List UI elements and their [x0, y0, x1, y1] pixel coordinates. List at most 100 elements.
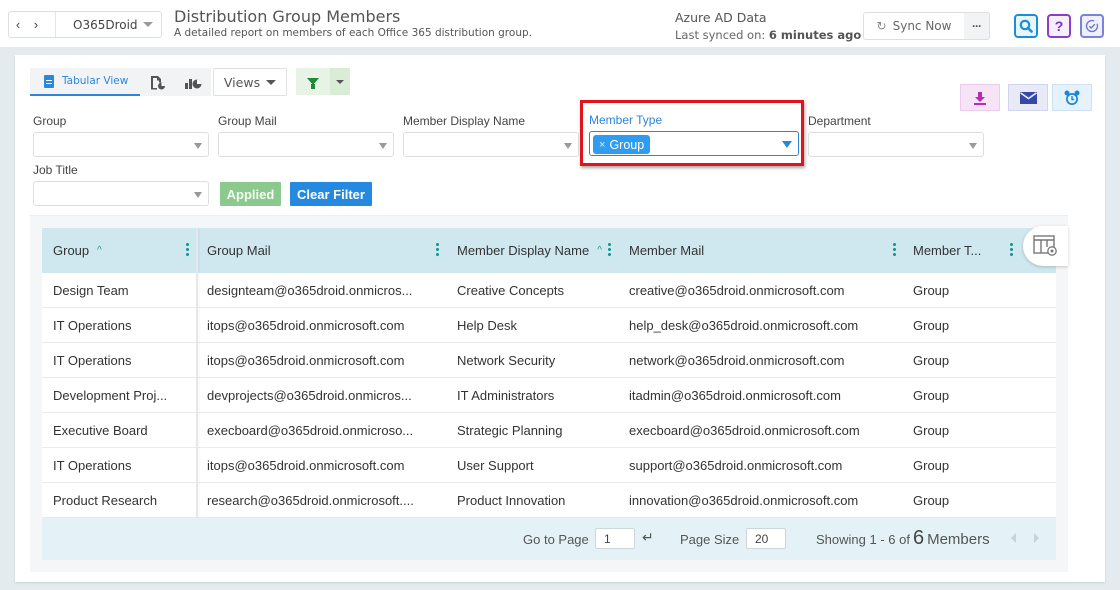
- applied-button[interactable]: Applied: [220, 182, 281, 206]
- table-row[interactable]: IT Operations itops@o365droid.onmicrosoft…: [42, 448, 1056, 483]
- column-header-member-mail[interactable]: Member Mail: [618, 228, 898, 273]
- table-row[interactable]: Product Research research@o365droid.onmic…: [42, 483, 1056, 518]
- tab-tabular-view[interactable]: Tabular View: [30, 68, 140, 96]
- table-cell: Product Innovation: [457, 493, 566, 508]
- table-cell: Network Security: [457, 353, 556, 368]
- top-header: ‹ › O365Droid Distribution Group Members…: [0, 0, 1120, 48]
- filter-label-group: Group: [33, 114, 67, 128]
- search-button[interactable]: [1014, 14, 1038, 38]
- table-row[interactable]: Design Team designteam@o365droid.onmicros…: [42, 273, 1056, 308]
- column-menu-icon[interactable]: [1010, 243, 1013, 256]
- table-cell: help_desk@o365droid.onmicrosoft.com: [629, 318, 859, 333]
- help-icon: ?: [1054, 18, 1064, 34]
- table-cell: Product Research: [53, 493, 158, 508]
- table-cell: Executive Board: [53, 423, 148, 438]
- column-menu-icon[interactable]: [608, 243, 611, 256]
- table-cell: Group: [913, 318, 950, 333]
- caret-down-icon: [969, 143, 977, 149]
- document-icon: [44, 74, 54, 88]
- goto-page-input[interactable]: [595, 528, 635, 549]
- table-cell: IT Operations: [53, 458, 132, 473]
- remove-chip-icon[interactable]: ×: [599, 139, 605, 151]
- clear-filter-button[interactable]: Clear Filter: [290, 182, 372, 206]
- last-synced-label: Last synced on:: [675, 28, 766, 42]
- department-filter-select[interactable]: [808, 132, 984, 157]
- job-title-filter-select[interactable]: [33, 181, 209, 206]
- column-header-group[interactable]: Group ^: [42, 228, 198, 273]
- member-type-filter-select[interactable]: × Group: [589, 131, 799, 156]
- tab-document-chart-view[interactable]: [140, 68, 175, 96]
- tenant-navigator: ‹ › O365Droid: [8, 11, 162, 38]
- table-cell: Group: [913, 458, 950, 473]
- sort-ascending-icon[interactable]: ^: [97, 245, 102, 256]
- table-cell: Group: [913, 353, 950, 368]
- table-cell: Strategic Planning: [457, 423, 563, 438]
- tab-chart-view[interactable]: [175, 68, 210, 96]
- nav-forward-button[interactable]: ›: [27, 17, 45, 32]
- column-menu-icon[interactable]: [186, 243, 189, 256]
- sync-source-title: Azure AD Data: [675, 10, 767, 25]
- member-display-name-filter-select[interactable]: [403, 132, 579, 157]
- group-mail-filter-select[interactable]: [218, 132, 394, 157]
- table-cell: research@o365droid.onmicrosoft....: [207, 493, 414, 508]
- showing-count: Showing 1 - 6 of 6 Members: [816, 527, 990, 550]
- column-menu-icon[interactable]: [436, 243, 439, 256]
- column-label: Member Display Name: [457, 243, 590, 258]
- enter-icon[interactable]: ↵: [642, 529, 654, 546]
- table-cell: Group: [913, 423, 950, 438]
- table-row[interactable]: Development Proj... devprojects@o365droid…: [42, 378, 1056, 413]
- views-dropdown[interactable]: Views: [213, 68, 287, 96]
- table-cell: support@o365droid.onmicrosoft.com: [629, 458, 843, 473]
- column-settings-button[interactable]: [1023, 226, 1068, 266]
- export-button[interactable]: [960, 84, 1000, 111]
- table-cell: execboard@o365droid.onmicroso...: [207, 423, 414, 438]
- view-tabs: Tabular View: [30, 68, 211, 96]
- filter-button[interactable]: [296, 68, 330, 95]
- pagination-bar: Go to Page ↵ Page Size Showing 1 - 6 of …: [42, 518, 1056, 560]
- chevron-down-icon[interactable]: [143, 22, 153, 27]
- tab-label: Tabular View: [62, 75, 129, 87]
- views-label: Views: [223, 74, 261, 90]
- download-icon: [974, 91, 986, 105]
- table-row[interactable]: IT Operations itops@o365droid.onmicrosoft…: [42, 308, 1056, 343]
- next-page-icon[interactable]: [1034, 533, 1039, 543]
- column-header-member-type[interactable]: Member T...: [902, 228, 1012, 273]
- column-menu-icon[interactable]: [893, 243, 896, 256]
- schedule-report-button[interactable]: [1052, 84, 1092, 111]
- page-size-input[interactable]: [746, 528, 786, 549]
- sync-now-button[interactable]: ↻ Sync Now: [863, 12, 965, 40]
- total-unit: Members: [927, 531, 990, 548]
- chip-label: Group: [609, 137, 645, 152]
- nav-back-button[interactable]: ‹: [9, 17, 27, 32]
- tenant-selector[interactable]: O365Droid: [56, 18, 143, 32]
- group-filter-select[interactable]: [33, 132, 209, 157]
- table-cell: Development Proj...: [53, 388, 168, 403]
- table-cell: Group: [913, 493, 950, 508]
- page-size-label: Page Size: [680, 532, 740, 547]
- table-cell: itops@o365droid.onmicrosoft.com: [207, 318, 405, 333]
- previous-page-icon[interactable]: [1011, 533, 1016, 543]
- table-row[interactable]: IT Operations itops@o365droid.onmicrosoft…: [42, 343, 1056, 378]
- filter-options-button[interactable]: [330, 68, 350, 95]
- total-count: 6: [912, 527, 925, 549]
- check-circle-icon: [1085, 19, 1099, 33]
- table-cell: creative@o365droid.onmicrosoft.com: [629, 283, 845, 298]
- table-row[interactable]: Executive Board execboard@o365droid.onmic…: [42, 413, 1056, 448]
- sort-ascending-icon[interactable]: ^: [597, 245, 602, 256]
- caret-down-icon: [379, 143, 387, 149]
- column-header-member-display-name[interactable]: Member Display Name ^: [446, 228, 616, 273]
- table-cell: innovation@o365droid.onmicrosoft.com: [629, 493, 859, 508]
- table-cell: Help Desk: [457, 318, 517, 333]
- search-icon: [1019, 19, 1033, 33]
- email-report-button[interactable]: [1008, 84, 1048, 111]
- frozen-column-divider: [196, 228, 198, 518]
- caret-down-icon: [782, 141, 792, 148]
- column-label: Group Mail: [207, 243, 271, 258]
- more-options-button[interactable]: ···: [964, 12, 990, 40]
- column-header-group-mail[interactable]: Group Mail: [196, 228, 446, 273]
- page-subtitle: A detailed report on members of each Off…: [174, 27, 532, 39]
- table-cell: Creative Concepts: [457, 283, 564, 298]
- tasks-button[interactable]: [1080, 14, 1104, 38]
- filter-toggle[interactable]: [296, 68, 350, 95]
- help-button[interactable]: ?: [1047, 14, 1071, 38]
